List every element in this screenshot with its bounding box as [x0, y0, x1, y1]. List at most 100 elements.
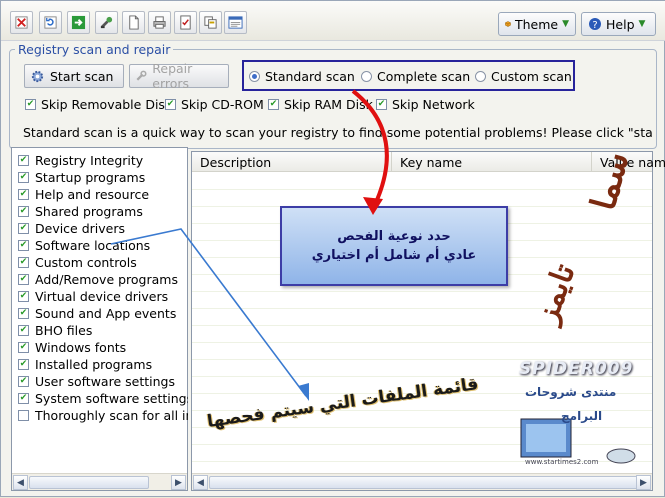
callout-line-1: حدد نوعية الفحص — [337, 229, 451, 244]
refresh-button[interactable] — [39, 11, 62, 34]
standard-scan-radio-dot — [249, 71, 260, 82]
window-icon — [228, 16, 243, 29]
skip-ramdisk-checkbox[interactable]: ✔ Skip RAM Disk — [268, 97, 373, 112]
start-scan-button[interactable]: Start scan — [24, 64, 124, 88]
category-label: Virtual device drivers — [35, 289, 169, 304]
category-horizontal-scrollbar[interactable]: ◀ ▶ — [12, 473, 187, 490]
checkbox-tick-icon: ✔ — [18, 308, 29, 319]
results-scroll-thumb[interactable] — [209, 476, 639, 489]
logo-url-text: www.startimes2.com — [525, 458, 599, 466]
category-label: Add/Remove programs — [35, 272, 178, 287]
category-item[interactable]: ✔ Registry Integrity — [18, 152, 188, 169]
clear-button[interactable] — [10, 11, 33, 34]
checkbox-tick-icon: ✔ — [18, 359, 29, 370]
help-menu-button[interactable]: ? Help ▼ — [581, 12, 656, 36]
category-label: Thoroughly scan for all invalid — [35, 408, 188, 423]
document-button[interactable] — [122, 11, 145, 34]
scroll-left-icon[interactable]: ◀ — [193, 475, 208, 490]
scroll-left-icon[interactable]: ◀ — [13, 475, 28, 490]
category-label: Startup programs — [35, 170, 146, 185]
standard-scan-radio[interactable]: Standard scan — [249, 69, 355, 84]
scan-group-title: Registry scan and repair — [15, 42, 174, 57]
category-label: Shared programs — [35, 204, 143, 219]
checkbox-tick-icon: ✔ — [268, 99, 279, 110]
repair-errors-button[interactable]: Repair errors — [129, 61, 229, 91]
scan-info-text: Standard scan is a quick way to scan you… — [23, 125, 653, 140]
checkbox-tick-icon: ✔ — [18, 325, 29, 336]
category-item[interactable]: ✔ Software locations — [18, 237, 188, 254]
skip-cdrom-checkbox[interactable]: ✔ Skip CD-ROM — [165, 97, 264, 112]
toolbar: Theme ▼ ? Help ▼ — [1, 1, 665, 41]
category-item[interactable]: ✔ Virtual device drivers — [18, 288, 188, 305]
scroll-right-icon[interactable]: ▶ — [636, 475, 651, 490]
skip-cdrom-label: Skip CD-ROM — [181, 97, 264, 112]
category-item[interactable]: ✔ Startup programs — [18, 169, 188, 186]
help-dropdown-arrow-icon: ▼ — [638, 19, 646, 29]
checkbox-tick-icon: ✔ — [18, 291, 29, 302]
results-horizontal-scrollbar[interactable]: ◀ ▶ — [192, 473, 652, 490]
printer-icon — [153, 16, 166, 29]
print-button[interactable] — [148, 11, 171, 34]
repair-tool-icon — [100, 16, 113, 29]
checkbox-tick-icon: ✔ — [18, 240, 29, 251]
category-label: User software settings — [35, 374, 175, 389]
refresh-icon — [44, 16, 57, 29]
checkbox-tick-icon: ✔ — [18, 257, 29, 268]
skip-removable-label: Skip Removable Disk — [41, 97, 173, 112]
theme-label: Theme — [514, 16, 559, 32]
document-icon — [129, 15, 139, 30]
skip-removable-checkbox[interactable]: ✔ Skip Removable Disk — [25, 97, 172, 112]
checkbox-tick-icon: ✔ — [18, 155, 29, 166]
repair-tool-button[interactable] — [95, 11, 118, 34]
help-icon: ? — [589, 18, 601, 31]
checkbox-tick-icon: ✔ — [18, 223, 29, 234]
category-item[interactable]: Thoroughly scan for all invalid — [18, 407, 188, 424]
custom-scan-radio-dot — [475, 71, 486, 82]
custom-scan-label: Custom scan — [491, 69, 572, 84]
category-item[interactable]: ✔ Installed programs — [18, 356, 188, 373]
copy-button[interactable] — [199, 11, 222, 34]
help-label: Help — [606, 16, 635, 32]
column-key-name[interactable]: Key name — [392, 152, 592, 172]
category-item[interactable]: ✔ BHO files — [18, 322, 188, 339]
skip-network-label: Skip Network — [392, 97, 475, 112]
checkbox-tick-icon: ✔ — [18, 393, 29, 404]
checkbox-tick-icon: ✔ — [165, 99, 176, 110]
properties-button[interactable] — [174, 11, 197, 34]
standard-scan-label: Standard scan — [265, 69, 355, 84]
logo-forum-text: منتدى شروحات — [525, 385, 617, 399]
custom-scan-radio[interactable]: Custom scan — [475, 69, 572, 84]
category-item[interactable]: ✔ Sound and App events — [18, 305, 188, 322]
export-button[interactable] — [67, 11, 90, 34]
category-scroll-thumb[interactable] — [29, 476, 149, 489]
category-label: System software settings — [35, 391, 188, 406]
category-item[interactable]: ✔ Shared programs — [18, 203, 188, 220]
complete-scan-label: Complete scan — [377, 69, 471, 84]
copy-icon — [204, 16, 217, 29]
complete-scan-radio[interactable]: Complete scan — [361, 69, 470, 84]
category-list: ✔ Registry Integrity ✔ Startup programs ✔ H… — [18, 152, 188, 424]
column-description[interactable]: Description — [192, 152, 392, 172]
category-item[interactable]: ✔ Help and resource — [18, 186, 188, 203]
results-header: Description Key name Value name — [192, 152, 665, 172]
category-item[interactable]: ✔ Windows fonts — [18, 339, 188, 356]
checkbox-tick-icon: ✔ — [18, 189, 29, 200]
properties-icon — [180, 15, 191, 30]
skip-network-checkbox[interactable]: ✔ Skip Network — [376, 97, 475, 112]
window-button[interactable] — [224, 11, 247, 34]
category-label: Software locations — [35, 238, 151, 253]
checkbox-tick-icon: ✔ — [25, 99, 36, 110]
export-icon — [71, 15, 86, 30]
skip-ramdisk-label: Skip RAM Disk — [284, 97, 373, 112]
callout-line-2: عادي أم شامل أم اختياري — [311, 248, 477, 263]
theme-menu-button[interactable]: Theme ▼ — [498, 12, 576, 36]
category-item[interactable]: ✔ User software settings — [18, 373, 188, 390]
checkbox-tick-icon: ✔ — [376, 99, 387, 110]
category-label: Windows fonts — [35, 340, 127, 355]
svg-text:?: ? — [592, 20, 597, 31]
category-item[interactable]: ✔ Add/Remove programs — [18, 271, 188, 288]
category-item[interactable]: ✔ Device drivers — [18, 220, 188, 237]
category-item[interactable]: ✔ System software settings — [18, 390, 188, 407]
category-item[interactable]: ✔ Custom controls — [18, 254, 188, 271]
scroll-right-icon[interactable]: ▶ — [171, 475, 186, 490]
